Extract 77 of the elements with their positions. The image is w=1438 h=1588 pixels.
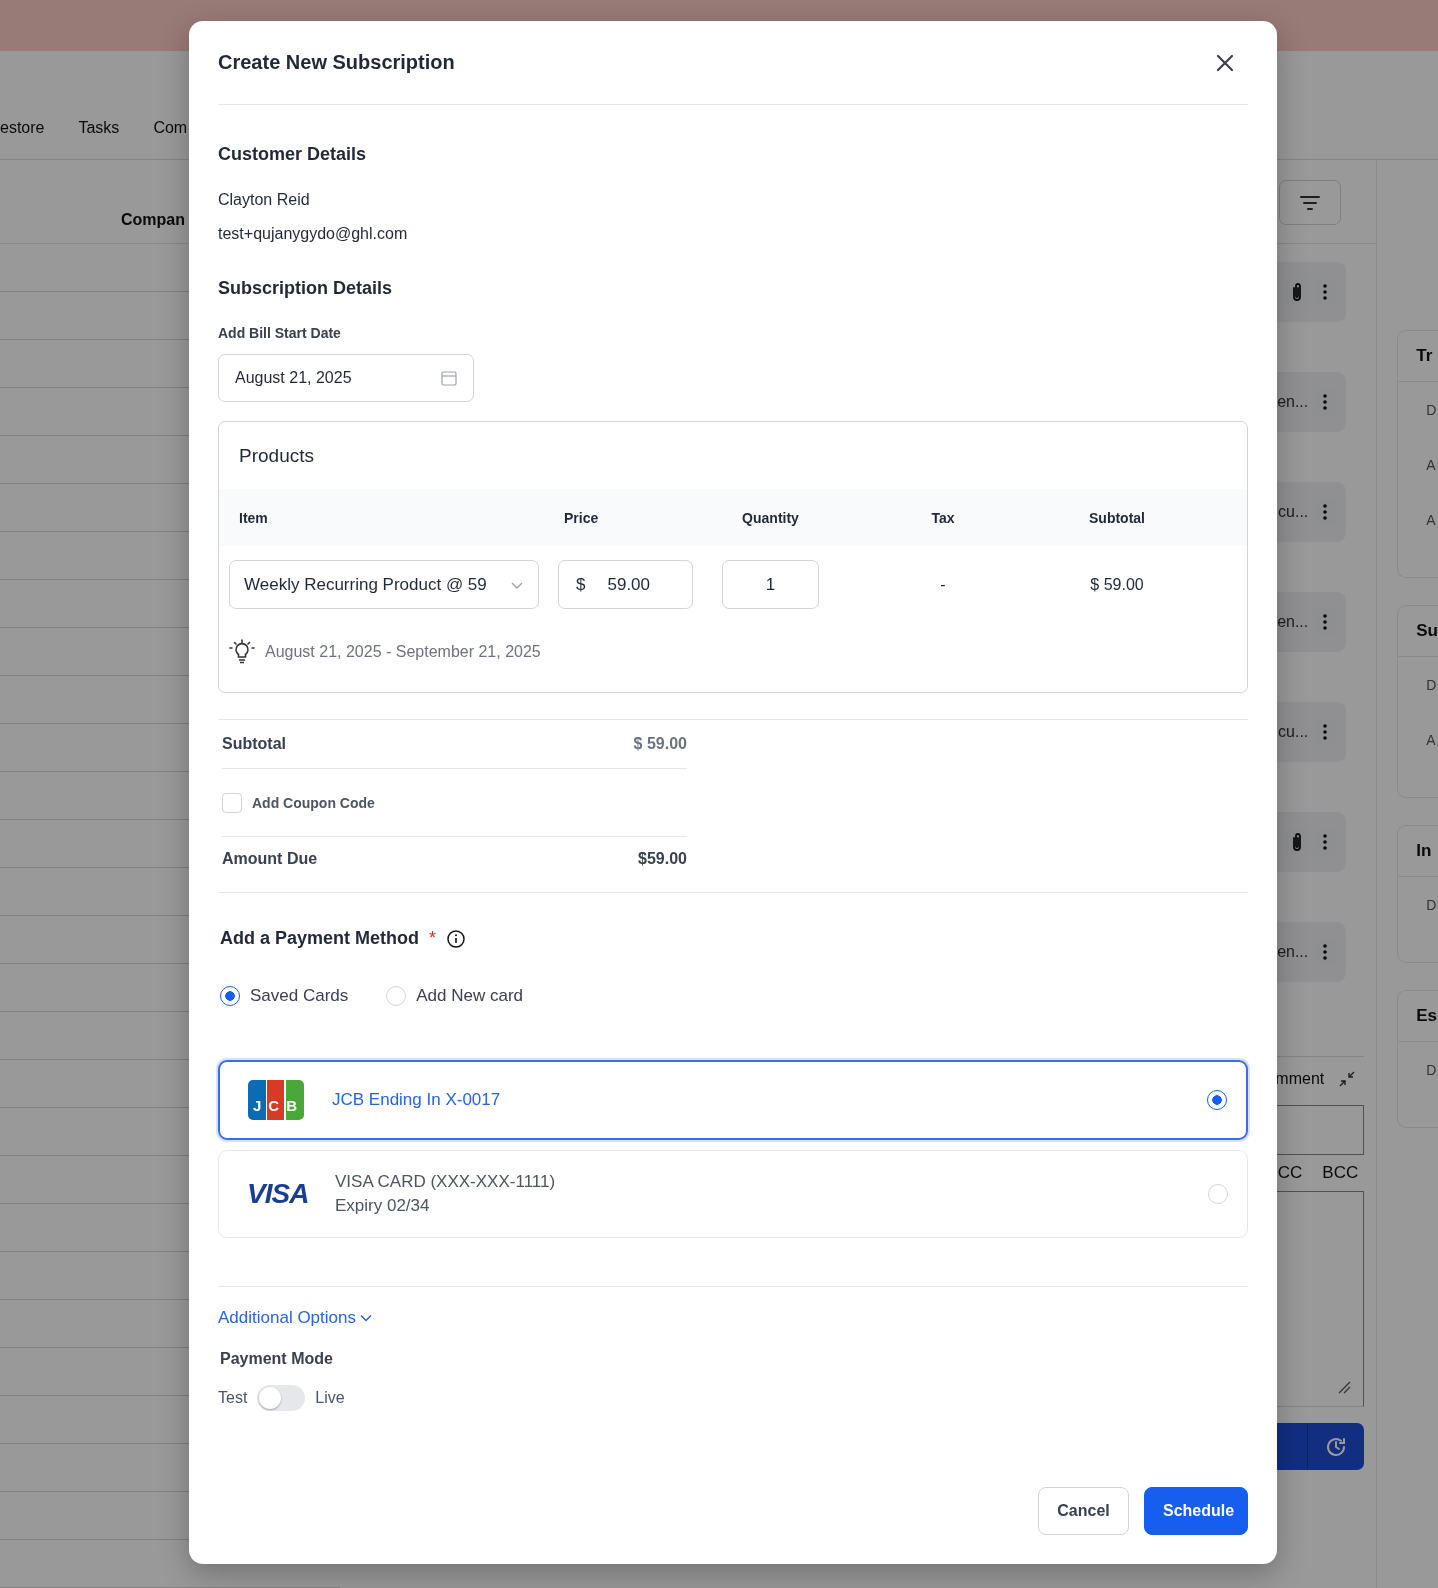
row-label: D <box>1426 676 1437 693</box>
customer-name: Clayton Reid <box>218 191 311 209</box>
collapse-icon[interactable] <box>1338 1070 1357 1088</box>
field-label: Payment Mode <box>220 1350 334 1368</box>
filter-icon <box>1300 194 1321 211</box>
info-icon[interactable] <box>446 928 467 949</box>
column-header: Item <box>238 509 269 526</box>
radio-label: Saved Cards <box>250 986 349 1006</box>
column-header: Quantity <box>741 509 800 526</box>
customer-email: test+qujanygydo@ghl.com <box>218 225 409 243</box>
radio-button[interactable] <box>220 986 240 1006</box>
billing-period: August 21, 2025 - September 21, 2025 <box>265 643 541 661</box>
schedule-button[interactable]: Schedule <box>1144 1487 1248 1535</box>
toggle-label: Live <box>315 1389 345 1407</box>
column-header: Tax <box>930 509 956 526</box>
row-label: A <box>1426 456 1436 473</box>
row-label: D <box>1426 1061 1437 1078</box>
cc-link[interactable]: CC <box>1277 1163 1303 1183</box>
saved-card[interactable]: JCB JCB Ending In X-0017 <box>218 1060 1248 1140</box>
subtotal-amount: $ 59.00 <box>633 735 687 753</box>
activity-text: cu... <box>1278 723 1309 741</box>
radio-label: Add New card <box>416 986 524 1006</box>
activity-text: en... <box>1277 613 1309 631</box>
card-logo: JCB <box>248 1080 304 1120</box>
nav-tab[interactable]: Com <box>153 119 188 137</box>
card-title: In <box>1416 841 1432 861</box>
card-title: Su <box>1416 621 1438 641</box>
nav-tab[interactable]: Tasks <box>78 119 120 137</box>
coupon-label: Add Coupon Code <box>252 794 375 811</box>
subtotal-value: $ 59.00 <box>1090 575 1144 593</box>
required-mark: * <box>429 928 437 949</box>
price-value: 59.00 <box>607 574 650 595</box>
cancel-button[interactable]: Cancel <box>1038 1487 1129 1535</box>
card-logo: VISA <box>247 1178 307 1210</box>
amount-due-label: Amount Due <box>222 849 318 868</box>
card-expiry: Expiry 02/34 <box>335 1196 431 1216</box>
activity-text: en... <box>1277 943 1309 961</box>
column-header: Subtotal <box>1088 509 1146 526</box>
quantity-field[interactable]: 1 <box>722 560 819 609</box>
toggle-switch[interactable] <box>257 1385 306 1411</box>
field-label: Add Bill Start Date <box>218 325 342 341</box>
tax-value: - <box>940 575 946 593</box>
currency-symbol: $ <box>576 574 586 595</box>
card-title: Tr <box>1416 346 1433 366</box>
checkbox[interactable] <box>222 792 242 813</box>
nav-tab[interactable]: estore <box>0 119 45 137</box>
resize-icon[interactable] <box>1337 1380 1352 1394</box>
activity-text: en... <box>1277 393 1309 411</box>
column-header: Price <box>563 509 600 526</box>
amount-due: $59.00 <box>638 849 687 868</box>
radio-button[interactable] <box>1207 1090 1227 1110</box>
toggle-label: Test <box>218 1389 248 1407</box>
filter-button[interactable] <box>1279 180 1342 225</box>
column-header: Compan <box>121 211 185 229</box>
row-label: D <box>1426 896 1437 913</box>
section-heading: Add a Payment Method <box>220 928 420 949</box>
price-field[interactable]: $ 59.00 <box>558 560 693 609</box>
activity-text: cu... <box>1278 503 1309 521</box>
card-title: Es <box>1416 1006 1438 1026</box>
saved-card[interactable]: VISA VISA CARD (XXX-XXX-1111) Expiry 02/34 <box>218 1150 1248 1238</box>
calendar-icon <box>441 370 457 386</box>
product-select[interactable]: Weekly Recurring Product @ 59 <box>229 560 539 609</box>
panel-title: Products <box>239 445 314 466</box>
row-label: A <box>1426 731 1436 748</box>
chevron-down-icon <box>360 1314 372 1322</box>
section-heading: Customer Details <box>218 144 368 165</box>
lightbulb-icon <box>229 639 255 665</box>
row-label: D <box>1426 401 1437 418</box>
bcc-link[interactable]: BCC <box>1322 1163 1359 1183</box>
date-field[interactable]: August 21, 2025 <box>218 354 474 402</box>
card-name: JCB Ending In X-0017 <box>332 1090 502 1110</box>
dialog-title: Create New Subscription <box>218 51 455 74</box>
additional-options-toggle[interactable]: Additional Options <box>218 1308 372 1328</box>
section-heading: Subscription Details <box>218 278 394 299</box>
subtotal-label: Subtotal <box>222 735 286 753</box>
card-name: VISA CARD (XXX-XXX-1111) <box>335 1172 557 1192</box>
row-label: A <box>1426 511 1436 528</box>
